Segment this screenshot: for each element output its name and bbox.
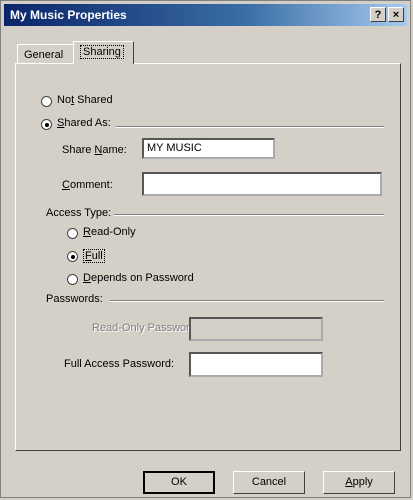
- shared-as-label[interactable]: Shared As:: [57, 117, 111, 129]
- properties-dialog: My Music Properties ? × General Sharing …: [0, 0, 411, 498]
- passwords-heading: Passwords:: [46, 293, 103, 305]
- full-label[interactable]: Full: [83, 249, 105, 263]
- read-only-password-label: Read-Only Password:: [92, 322, 199, 334]
- close-button[interactable]: ×: [388, 7, 404, 22]
- read-only-label[interactable]: Read-Only: [83, 226, 136, 238]
- shared-as-group-line: [116, 126, 384, 128]
- read-only-radio[interactable]: [67, 228, 78, 239]
- not-shared-radio[interactable]: [41, 96, 52, 107]
- not-shared-label[interactable]: Not Shared: [57, 94, 113, 106]
- access-type-line: [114, 214, 384, 216]
- read-only-password-input: [189, 317, 323, 341]
- apply-button[interactable]: Apply: [323, 471, 395, 494]
- tab-sharing[interactable]: Sharing: [73, 41, 134, 64]
- title-bar[interactable]: My Music Properties ? ×: [4, 4, 407, 26]
- comment-input[interactable]: [142, 172, 382, 196]
- cancel-button[interactable]: Cancel: [233, 471, 305, 494]
- depends-radio[interactable]: [67, 274, 78, 285]
- passwords-line: [110, 300, 384, 302]
- share-name-label: Share Name:: [62, 144, 127, 156]
- tab-sharing-label: Sharing: [80, 45, 124, 59]
- depends-label[interactable]: Depends on Password: [83, 272, 194, 284]
- full-access-password-input[interactable]: [189, 352, 323, 377]
- shared-as-radio[interactable]: [41, 119, 52, 130]
- window-title: My Music Properties: [10, 8, 127, 22]
- full-radio[interactable]: [67, 251, 78, 262]
- tab-general-label: General: [24, 49, 64, 61]
- full-access-password-label: Full Access Password:: [64, 358, 175, 370]
- share-name-input[interactable]: MY MUSIC: [142, 138, 275, 159]
- access-type-heading: Access Type:: [46, 207, 112, 219]
- tab-general[interactable]: General: [17, 44, 74, 63]
- comment-label: Comment:: [62, 179, 113, 191]
- help-button[interactable]: ?: [370, 7, 386, 22]
- sharing-panel: Not Shared Shared As: Share Name: MY MUS…: [15, 63, 401, 451]
- ok-button[interactable]: OK: [143, 471, 215, 494]
